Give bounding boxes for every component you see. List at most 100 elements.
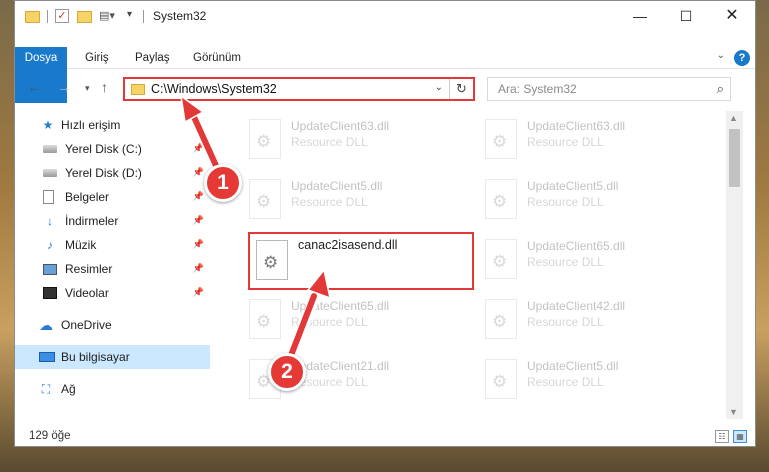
properties-check-icon[interactable]: ✓ — [55, 9, 69, 23]
chevron-down-icon[interactable]: ⌄ — [435, 82, 443, 93]
forward-button[interactable]: → — [57, 79, 71, 95]
file-item[interactable]: UpdateClient5.dll Resource DLL — [239, 173, 469, 229]
tab-view[interactable]: Görünüm — [179, 47, 255, 69]
search-input[interactable]: Ara: System32 ⌕ — [487, 77, 731, 101]
folder-icon[interactable] — [25, 11, 40, 23]
search-placeholder: Ara: System32 — [498, 82, 577, 96]
sidebar-item-this-pc[interactable]: Bu bilgisayar — [15, 345, 210, 369]
file-name: UpdateClient5.dll — [527, 359, 619, 373]
drive-icon — [43, 145, 57, 153]
file-type: Resource DLL — [291, 195, 368, 209]
file-item[interactable]: UpdateClient42.dll Resource DLL — [475, 293, 705, 349]
computer-icon — [39, 352, 55, 362]
folder-icon — [131, 84, 145, 95]
step-1-badge: 1 — [204, 164, 242, 202]
pin-icon[interactable]: 📌 — [193, 167, 204, 178]
file-name: UpdateClient42.dll — [527, 299, 626, 313]
tiles-view-icon[interactable]: ▦ — [733, 430, 747, 443]
search-icon[interactable]: ⌕ — [717, 81, 724, 97]
sidebar-item-videos[interactable]: Videolar 📌 — [15, 281, 210, 305]
new-folder-icon[interactable] — [77, 11, 92, 23]
download-icon: ↓ — [47, 214, 53, 228]
pin-icon[interactable]: 📌 — [193, 239, 204, 250]
dll-file-icon — [256, 240, 288, 280]
sidebar-item-local-disk-c[interactable]: Yerel Disk (C:) 📌 — [15, 137, 210, 161]
vertical-scrollbar[interactable]: ▲ ▼ — [726, 111, 743, 419]
file-item[interactable]: UpdateClient65.dll Resource DLL — [239, 293, 469, 349]
file-explorer-window: ✓ ▤▾ ▾ System32 — ☐ ✕ Dosya Giriş Paylaş… — [14, 0, 756, 447]
expand-ribbon-icon[interactable]: ⌄ — [717, 50, 725, 61]
sidebar-item-network[interactable]: ⛶ Ağ — [15, 377, 210, 401]
item-count: 129 öğe — [29, 430, 71, 442]
toolbar-divider — [143, 10, 144, 23]
close-button[interactable]: ✕ — [709, 1, 755, 31]
file-item[interactable]: UpdateClient5.dll Resource DLL — [475, 173, 705, 229]
maximize-button[interactable]: ☐ — [663, 1, 709, 31]
pin-icon[interactable]: 📌 — [193, 263, 204, 274]
minimize-button[interactable]: — — [617, 1, 663, 31]
tab-share[interactable]: Paylaş — [121, 47, 184, 69]
scroll-down-icon[interactable]: ▼ — [729, 407, 738, 417]
dll-file-icon — [485, 359, 517, 399]
pin-icon[interactable]: 📌 — [193, 143, 204, 154]
sidebar-item-label: Yerel Disk (C:) — [65, 142, 142, 156]
sidebar-item-documents[interactable]: Belgeler 📌 — [15, 185, 210, 209]
window-title: System32 — [153, 9, 207, 23]
dll-file-icon — [485, 119, 517, 159]
ribbon-tabs: Dosya Giriş Paylaş Görünüm ⌄ ? — [15, 47, 755, 103]
customize-icon[interactable]: ▤▾ — [99, 10, 115, 23]
sidebar-item-label: OneDrive — [61, 318, 112, 332]
sidebar-item-label: Ağ — [61, 382, 76, 396]
sidebar-item-label: Hızlı erişim — [61, 118, 121, 132]
cloud-icon: ☁ — [39, 317, 53, 333]
sidebar-item-label: Yerel Disk (D:) — [65, 166, 142, 180]
sidebar-item-label: Resimler — [65, 262, 113, 276]
pin-icon[interactable]: 📌 — [193, 287, 204, 298]
pictures-icon — [43, 264, 57, 275]
file-name: UpdateClient63.dll — [527, 119, 626, 133]
back-button[interactable]: ← — [27, 79, 41, 95]
sidebar-item-onedrive[interactable]: ☁ OneDrive — [15, 313, 210, 337]
recent-locations-icon[interactable]: ▾ — [85, 83, 90, 94]
sidebar-item-music[interactable]: ♪ Müzik 📌 — [15, 233, 210, 257]
music-icon: ♪ — [47, 238, 53, 252]
file-type: Resource DLL — [527, 255, 604, 269]
address-bar[interactable]: C:\Windows\System32 ⌄ ↻ — [123, 77, 475, 101]
file-name: UpdateClient65.dll — [291, 299, 390, 313]
tab-home[interactable]: Giriş — [71, 47, 123, 69]
file-name: UpdateClient5.dll — [291, 179, 383, 193]
file-type: Resource DLL — [291, 315, 368, 329]
sidebar-item-pictures[interactable]: Resimler 📌 — [15, 257, 210, 281]
scroll-thumb[interactable] — [729, 129, 740, 187]
documents-icon — [43, 190, 54, 204]
file-type: Resource DLL — [291, 135, 368, 149]
file-item[interactable]: UpdateClient63.dll Resource DLL — [239, 113, 469, 169]
file-item[interactable]: UpdateClient5.dll Resource DLL — [475, 353, 705, 409]
file-item[interactable]: UpdateClient65.dll Resource DLL — [475, 233, 705, 289]
up-button[interactable]: ↑ — [101, 79, 108, 95]
address-path[interactable]: C:\Windows\System32 — [151, 82, 277, 96]
details-view-icon[interactable]: ☷ — [715, 430, 729, 443]
network-icon: ⛶ — [41, 382, 51, 396]
file-name: UpdateClient65.dll — [527, 239, 626, 253]
dll-file-icon — [249, 299, 281, 339]
pin-icon[interactable]: 📌 — [193, 215, 204, 226]
navigation-bar: ← → ▾ ↑ C:\Windows\System32 ⌄ ↻ Ara: Sys… — [15, 75, 755, 103]
sidebar-item-downloads[interactable]: ↓ İndirmeler 📌 — [15, 209, 210, 233]
status-bar: 129 öğe ☷ ▦ — [15, 427, 755, 447]
scroll-up-icon[interactable]: ▲ — [729, 113, 738, 123]
file-name: canac2isasend.dll — [298, 238, 398, 252]
sidebar-item-local-disk-d[interactable]: Yerel Disk (D:) 📌 — [15, 161, 210, 185]
help-icon[interactable]: ? — [734, 50, 750, 66]
target-dll-file[interactable]: canac2isasend.dll — [248, 232, 474, 290]
dll-file-icon — [249, 119, 281, 159]
dll-file-icon — [485, 239, 517, 279]
pin-icon[interactable]: 📌 — [193, 191, 204, 202]
file-item[interactable]: UpdateClient63.dll Resource DLL — [475, 113, 705, 169]
file-name: UpdateClient63.dll — [291, 119, 390, 133]
refresh-button[interactable]: ↻ — [449, 79, 473, 99]
sidebar-item-quick-access[interactable]: ★ Hızlı erişim — [15, 113, 210, 137]
file-type: Resource DLL — [527, 375, 604, 389]
quick-access-dropdown-icon[interactable]: ▾ — [127, 9, 132, 25]
dll-file-icon — [485, 179, 517, 219]
